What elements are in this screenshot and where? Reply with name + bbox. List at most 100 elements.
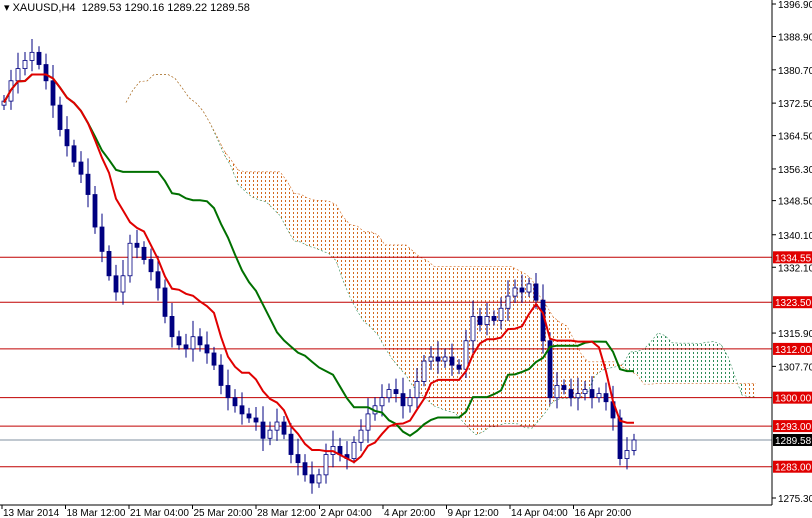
cloud-segment [294,193,301,243]
candle-body [561,385,567,390]
candle-body [141,246,147,260]
candle-body [554,385,560,399]
x-tick-label: 9 Apr 12:00 [448,508,500,518]
x-tick-label: 18 Mar 12:00 [67,508,126,518]
x-tick-label: 4 Apr 20:00 [384,508,436,518]
cloud-segment [245,171,252,198]
cloud-segment [231,159,238,185]
cloud-segment [287,181,294,241]
candle-body [631,439,637,451]
candle-body [358,429,364,443]
candle-body [57,104,63,130]
candle-body [365,413,371,431]
cloud-segment [273,171,280,216]
candle-body [323,454,329,476]
candle-body [400,393,406,407]
candle-body [470,316,476,342]
candle-body [316,474,322,484]
candle-body [386,389,392,399]
candle-body [64,129,70,147]
candle-body [484,316,490,325]
candle-body [15,68,21,82]
cloud-segment [476,266,483,435]
candle-body [428,356,434,362]
cloud-segment [280,171,287,229]
cloud-segment [742,383,749,397]
cloud-segment [728,356,735,384]
candle-body [463,340,469,370]
cloud-segment [301,194,308,247]
cloud-segment [399,244,406,376]
candle-body [512,287,518,297]
candle-body [246,413,252,419]
candle-body [309,474,315,484]
candle-body [218,364,224,386]
cloud-segment [329,201,336,261]
cloud-segment [490,266,497,427]
candle-body [176,336,182,346]
candle-body [99,226,105,252]
candle-body [162,287,168,317]
candle-body [113,275,119,293]
cloud-segment [595,361,602,376]
candle-body [29,51,35,61]
y-tick-label: 1348.50 [778,197,812,208]
candle-body [596,393,602,399]
cloud-segment [378,234,385,348]
candle-body [134,242,140,248]
cloud-segment [434,266,441,409]
candle-body [288,433,294,455]
candle-body [526,283,532,293]
cloud-segment [315,200,322,251]
cloud-segment [497,266,504,427]
candle-body [589,389,595,399]
candle-body [267,429,273,439]
cloud-segment [357,225,364,322]
x-tick-label: 21 Mar 04:00 [130,508,189,518]
y-tick-label: 1388.90 [778,33,812,44]
level-label: 1293.00 [775,422,812,433]
cloud-segment [623,351,630,372]
cloud-segment [658,333,665,384]
candle-body [568,389,574,399]
cloud-segment [252,171,259,200]
candle-body [211,352,217,366]
ohlc-readout: 1289.53 1290.16 1289.22 1289.58 [81,2,250,14]
candle-body [505,295,511,309]
candle-body [407,397,413,407]
price-chart[interactable]: 1334.551323.501312.001300.001293.001283.… [0,0,812,518]
y-tick-label: 1372.50 [778,99,812,110]
cloud-segment [637,349,644,385]
candle-body [603,393,609,403]
candle-body [183,344,189,350]
candle-body [36,51,42,65]
level-label: 1300.00 [775,394,812,405]
candle-body [533,283,539,301]
candle-body [519,287,525,293]
candle-body [22,60,28,69]
candle-body [197,336,203,346]
cloud-segment [350,224,357,311]
candle-body [442,356,448,362]
cloud-segment [665,335,672,384]
y-tick-label: 1340.10 [778,231,812,242]
cloud-segment [700,342,707,384]
y-tick-label: 1332.10 [778,263,812,274]
candle-body [575,393,581,399]
chart-window: ▾ XAUUSD,H4 1289.53 1290.16 1289.22 1289… [0,0,812,518]
y-tick-label: 1396.90 [778,0,812,11]
symbol-label: XAUUSD,H4 [12,2,76,14]
candles [1,38,637,494]
cloud-segment [371,231,378,336]
x-tick-label: 13 Mar 2014 [3,508,60,518]
cloud-segment [259,171,266,202]
candle-body [50,80,56,106]
candle-body [295,454,301,464]
candle-body [204,344,210,354]
candle-body [106,251,112,277]
candle-body [169,316,175,338]
cloud-segment [707,341,714,384]
candle-body [435,356,441,362]
candle-body [71,145,77,163]
candle-body [421,360,427,382]
